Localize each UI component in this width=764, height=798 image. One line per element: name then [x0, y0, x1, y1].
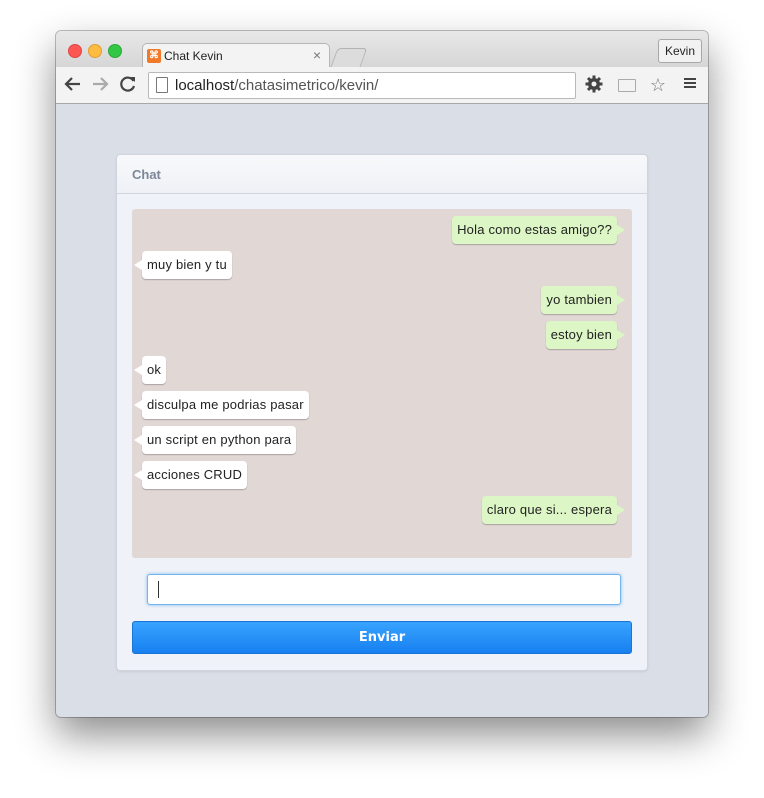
chat-title: Chat: [132, 167, 161, 182]
chat-panel: Chat Hola como estas amigo?? muy bien y …: [116, 154, 648, 671]
message-bubble: ok: [133, 356, 167, 384]
message-bubble: claro que si... espera: [481, 496, 626, 524]
hamburger-menu-icon[interactable]: [679, 74, 701, 96]
chat-panel-header: Chat: [117, 155, 647, 194]
title-bar: ⌘ Chat Kevin × Kevin: [56, 31, 708, 69]
message-bubble: yo tambien: [541, 286, 625, 314]
reload-icon[interactable]: [118, 74, 138, 94]
maximize-window-button[interactable]: [108, 44, 122, 58]
browser-tab[interactable]: ⌘ Chat Kevin ×: [142, 43, 330, 69]
cast-icon[interactable]: [616, 74, 638, 96]
new-tab-button[interactable]: [330, 48, 368, 67]
message-bubble: estoy bien: [545, 321, 626, 349]
text-caret: [158, 581, 159, 598]
message-bubble: un script en python para: [133, 426, 297, 454]
tab-title: Chat Kevin: [164, 49, 223, 63]
chat-messages-area[interactable]: Hola como estas amigo?? muy bien y tu yo…: [132, 209, 632, 558]
close-window-button[interactable]: [68, 44, 82, 58]
xampp-favicon-icon: ⌘: [147, 49, 161, 63]
message-bubble: Hola como estas amigo??: [452, 216, 625, 244]
back-arrow-icon[interactable]: [63, 74, 83, 94]
profile-button[interactable]: Kevin: [658, 39, 702, 63]
message-bubble: muy bien y tu: [134, 251, 232, 279]
forward-arrow-icon[interactable]: [90, 74, 110, 94]
tab-close-icon[interactable]: ×: [313, 47, 321, 63]
url-text: localhost/chatasimetrico/kevin/: [175, 77, 379, 94]
page-content: Chat Hola como estas amigo?? muy bien y …: [56, 104, 708, 717]
page-icon: [156, 77, 168, 93]
browser-window: ⌘ Chat Kevin × Kevin localhost/chatasime…: [56, 31, 708, 717]
minimize-window-button[interactable]: [88, 44, 102, 58]
message-input[interactable]: [147, 574, 621, 605]
browser-toolbar: localhost/chatasimetrico/kevin/ ☆: [56, 67, 708, 104]
send-button[interactable]: Enviar: [132, 621, 632, 654]
address-bar[interactable]: localhost/chatasimetrico/kevin/: [148, 72, 576, 99]
message-bubble: acciones CRUD: [133, 461, 248, 489]
message-bubble: disculpa me podrias pasar: [134, 391, 309, 419]
gear-icon[interactable]: [583, 74, 605, 96]
star-icon[interactable]: ☆: [647, 74, 669, 96]
